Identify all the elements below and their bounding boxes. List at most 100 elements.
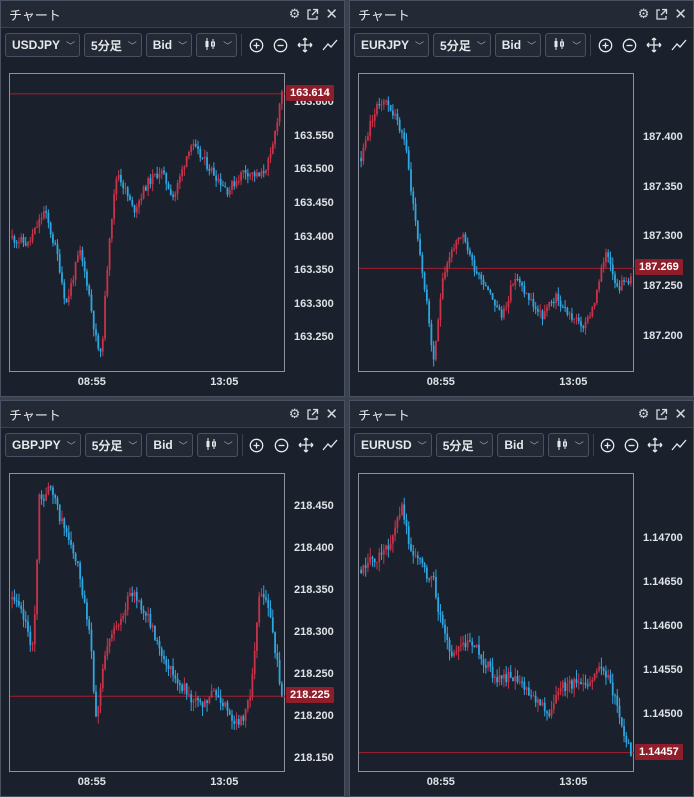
candle-body xyxy=(611,264,614,275)
candle-body xyxy=(237,180,240,182)
candle-body xyxy=(444,272,446,279)
candle-body xyxy=(396,113,399,121)
candle-body xyxy=(416,220,419,240)
candle-body xyxy=(593,303,596,307)
candle-body xyxy=(47,212,50,223)
candle-body xyxy=(589,316,591,318)
candle-body xyxy=(423,563,426,568)
candle-body xyxy=(425,289,428,302)
candle-body xyxy=(210,690,213,698)
candle-body xyxy=(99,687,102,707)
candle-body xyxy=(86,271,88,286)
candle-body xyxy=(360,157,363,162)
candle-body xyxy=(45,211,48,213)
candle-body xyxy=(249,174,252,177)
candle-body xyxy=(24,242,27,246)
candle-body xyxy=(199,700,202,703)
candle-body xyxy=(163,656,165,660)
candle-body xyxy=(163,170,165,173)
candle-body xyxy=(405,139,408,151)
candle-body xyxy=(42,498,45,501)
candle-body xyxy=(231,181,233,190)
candle-body xyxy=(271,617,274,633)
candle-body xyxy=(167,665,170,670)
candle-body xyxy=(550,301,553,303)
candle-body xyxy=(464,642,467,648)
candle-body xyxy=(577,317,580,322)
candle-body xyxy=(473,259,476,272)
candle-body xyxy=(97,706,100,717)
candle-body xyxy=(138,200,140,208)
candle-body xyxy=(20,237,23,243)
candle-body xyxy=(101,338,104,352)
candle-body xyxy=(552,301,555,304)
candle-body xyxy=(623,725,625,736)
candle-body xyxy=(398,120,401,131)
candle-body xyxy=(15,600,18,602)
candle-body xyxy=(54,242,57,245)
candle-body xyxy=(88,619,91,630)
candle-body xyxy=(106,646,109,656)
candle-body xyxy=(450,249,453,258)
candle-body xyxy=(389,105,392,111)
candle-body xyxy=(428,301,431,324)
candle-body xyxy=(197,698,199,701)
candle-body xyxy=(405,519,408,527)
candle-body xyxy=(203,157,206,159)
candle-body xyxy=(31,234,34,241)
candle-body xyxy=(120,174,122,183)
candle-body xyxy=(466,241,469,251)
candle-body xyxy=(131,200,134,206)
candle-body xyxy=(437,597,440,613)
candle-body xyxy=(487,286,489,290)
candle-body xyxy=(233,720,236,724)
candle-body xyxy=(246,700,249,710)
candle-body xyxy=(235,719,238,724)
candle-body xyxy=(580,682,582,685)
candle-body xyxy=(110,634,113,639)
candle-body xyxy=(47,486,50,494)
candle-body xyxy=(507,300,510,308)
candle-body xyxy=(22,608,25,620)
candle-body xyxy=(629,742,632,757)
candlestick-chart xyxy=(359,96,634,367)
candle-body xyxy=(609,674,612,683)
candle-body xyxy=(473,645,476,648)
candle-body xyxy=(226,187,229,195)
candle-body xyxy=(108,638,111,647)
candle-body xyxy=(543,702,546,712)
candle-body xyxy=(228,710,231,715)
candle-body xyxy=(523,681,526,690)
candle-body xyxy=(265,170,267,173)
candle-body xyxy=(154,625,156,640)
candle-body xyxy=(602,668,605,672)
candle-body xyxy=(70,283,72,296)
candle-body xyxy=(212,167,215,176)
candle-body xyxy=(371,557,374,559)
candle-body xyxy=(466,640,469,648)
candle-body xyxy=(546,306,548,312)
candle-body xyxy=(280,91,283,104)
candle-body xyxy=(566,683,569,692)
candle-body xyxy=(61,518,63,522)
chart-panel-gbpjpy: チャート ⚙ ✕ GBPJPY ﹀ 5分足 ﹀ Bid ﹀ ﹀ 218.450 … xyxy=(0,400,345,797)
candle-body xyxy=(457,646,460,652)
candle-body xyxy=(500,309,503,318)
candle-body xyxy=(190,694,193,703)
candle-body xyxy=(197,146,199,149)
candle-body xyxy=(269,153,272,159)
candle-body xyxy=(623,280,625,282)
candle-body xyxy=(478,273,480,275)
candle-body xyxy=(371,120,374,122)
candle-body xyxy=(444,624,446,634)
candle-body xyxy=(76,561,79,563)
candle-body xyxy=(600,267,603,282)
candle-body xyxy=(552,703,555,710)
candle-body xyxy=(201,702,204,708)
candle-body xyxy=(122,615,125,619)
candle-body xyxy=(561,682,564,688)
candle-body xyxy=(11,597,14,600)
candle-body xyxy=(398,515,401,518)
candle-body xyxy=(90,629,93,652)
candle-body xyxy=(525,687,528,690)
